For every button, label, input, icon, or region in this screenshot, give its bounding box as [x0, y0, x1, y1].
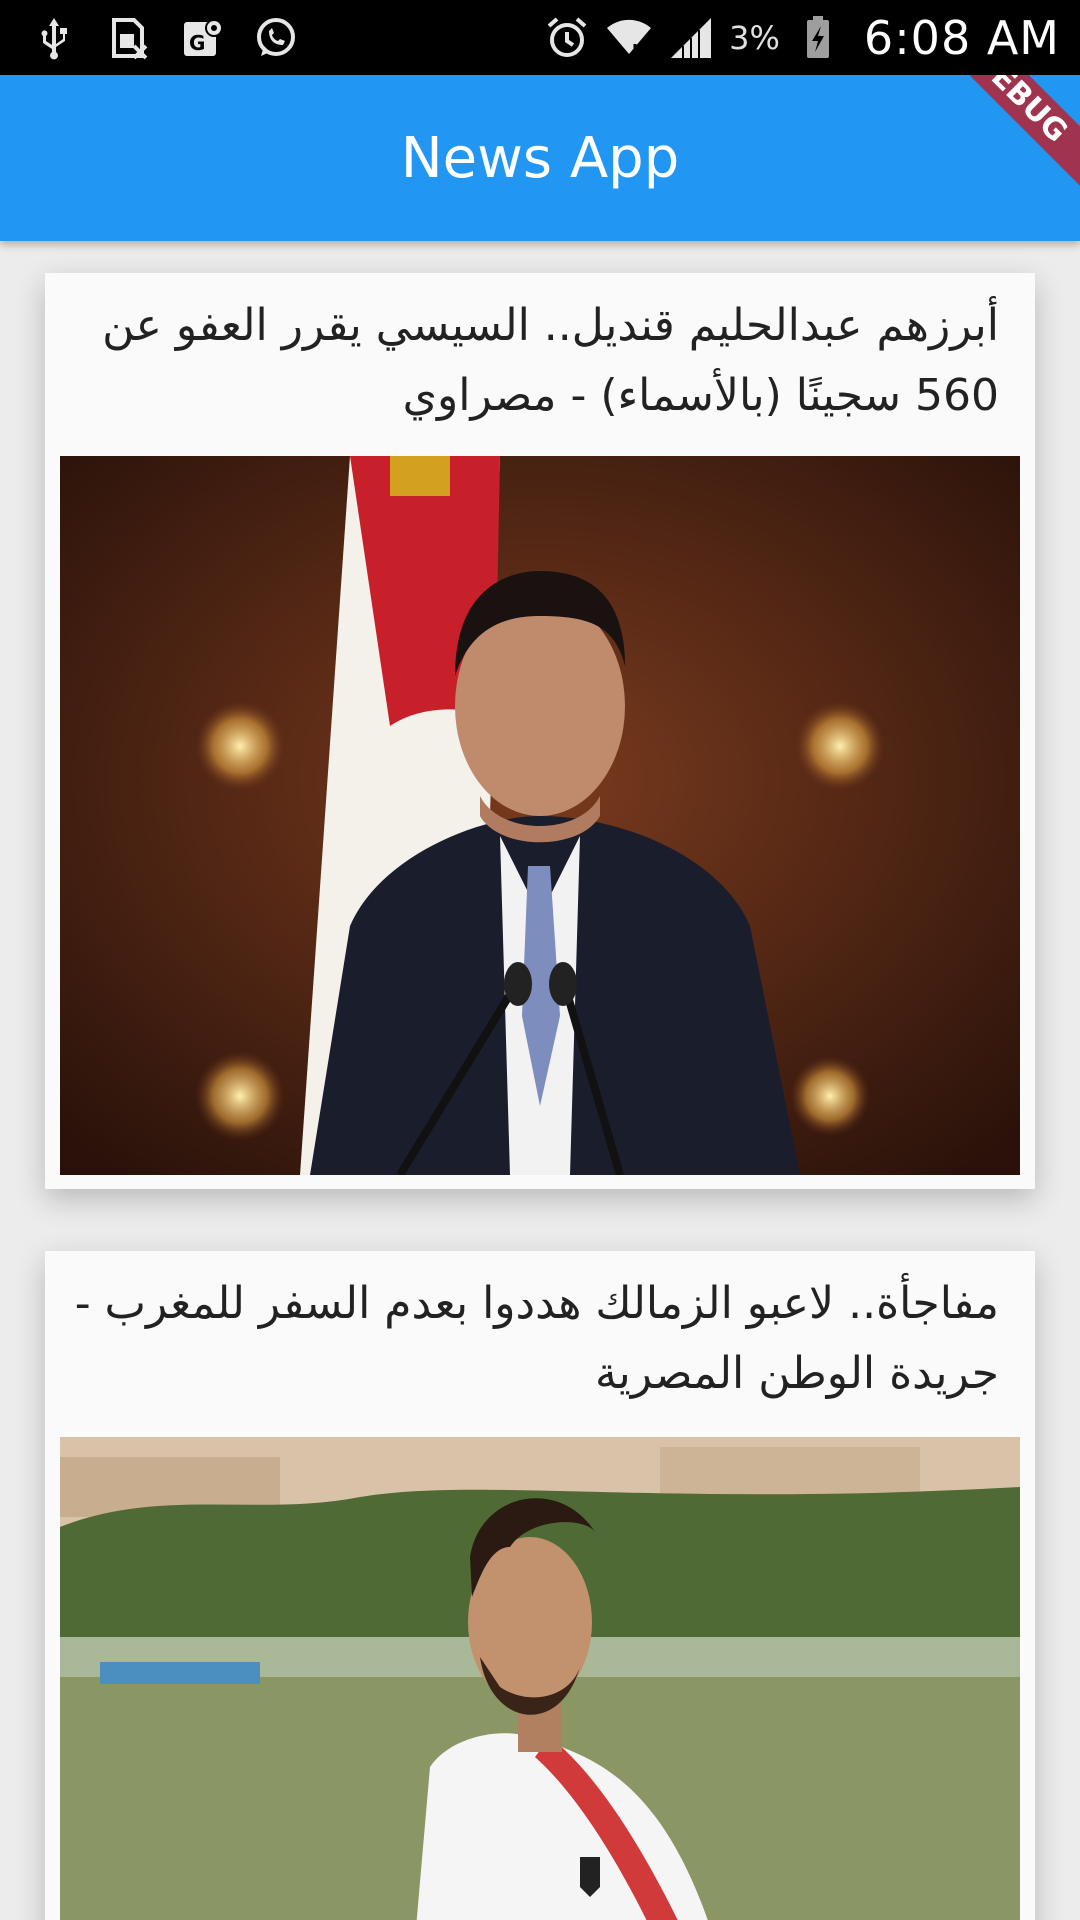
- svg-text:G: G: [189, 31, 205, 55]
- news-card[interactable]: مفاجأة.. لاعبو الزمالك هددوا بعدم السفر …: [45, 1251, 1035, 1920]
- news-card-image[interactable]: [60, 456, 1020, 1175]
- news-card-title: مفاجأة.. لاعبو الزمالك هددوا بعدم السفر …: [74, 1278, 999, 1399]
- article-photo: [60, 1437, 1020, 1920]
- app-bar: News App DEBUG: [0, 75, 1080, 241]
- usb-icon: [30, 14, 78, 62]
- maps-icon: G: [178, 14, 226, 62]
- battery-icon: [794, 14, 842, 62]
- alarm-icon: [543, 14, 591, 62]
- whatsapp-icon: [252, 14, 300, 62]
- status-right-icons: 3% 6:08 AM: [543, 0, 1060, 75]
- app-title: News App: [400, 125, 680, 191]
- article-photo: [60, 456, 1020, 1175]
- news-card-title: أبرزهم عبدالحليم قنديل.. السيسي يقرر الع…: [102, 300, 999, 421]
- battery-percent: 3%: [729, 18, 780, 57]
- signal-icon: [667, 14, 715, 62]
- status-bar: G 3% 6:08 AM: [0, 0, 1080, 75]
- clock: 6:08 AM: [863, 10, 1060, 65]
- news-feed[interactable]: أبرزهم عبدالحليم قنديل.. السيسي يقرر الع…: [0, 241, 1080, 1920]
- wifi-icon: [605, 14, 653, 62]
- news-card[interactable]: أبرزهم عبدالحليم قنديل.. السيسي يقرر الع…: [45, 273, 1035, 1189]
- sim-card-icon: [104, 14, 152, 62]
- status-left-icons: G: [30, 0, 300, 75]
- news-card-image[interactable]: [60, 1437, 1020, 1920]
